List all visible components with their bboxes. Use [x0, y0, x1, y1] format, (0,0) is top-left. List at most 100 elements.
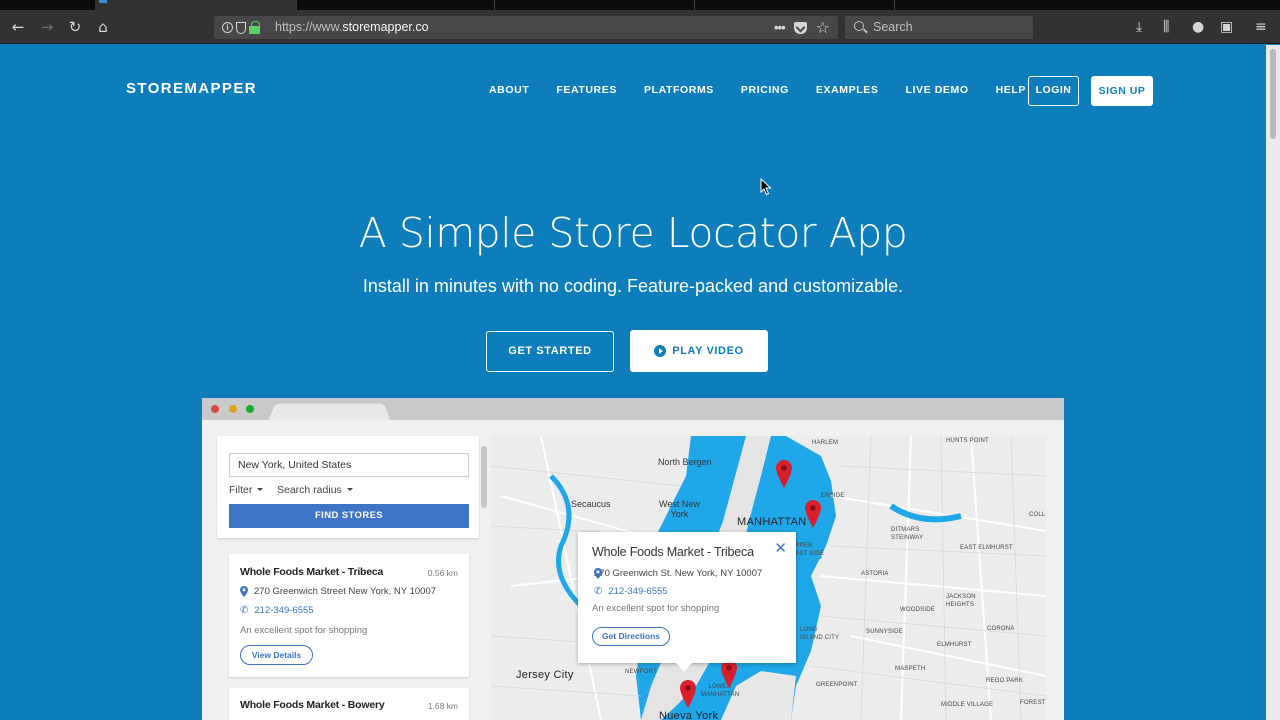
- popup-title: Whole Foods Market - Tribeca: [592, 545, 754, 559]
- shield-icon[interactable]: [236, 21, 246, 34]
- url-prefix: https://www.: [275, 20, 343, 34]
- map-label: SUNNYSIDE: [866, 629, 903, 635]
- browser-tab[interactable]: [495, 0, 695, 10]
- close-icon[interactable]: ✕: [774, 539, 787, 557]
- info-icon[interactable]: i: [222, 22, 233, 33]
- lock-icon[interactable]: [249, 21, 260, 34]
- map-label: ELMHURST: [937, 642, 972, 648]
- result-address: 270 Greenwich Street New York, NY 10007: [254, 586, 437, 597]
- download-icon[interactable]: ⤓: [1136, 18, 1142, 36]
- result-card[interactable]: Whole Foods Market - Tribeca 0.56 km 270…: [229, 554, 469, 677]
- store-map[interactable]: North Bergen West New York Secaucus MANH…: [491, 436, 1046, 720]
- result-phone[interactable]: 212-349-6555: [254, 605, 313, 616]
- popup-description: An excellent spot for shopping: [592, 603, 720, 614]
- bookmark-star-icon[interactable]: ☆: [816, 19, 830, 36]
- result-phone-row: ✆ 212-349-6555: [240, 605, 314, 616]
- tab-strip: [0, 0, 1280, 10]
- map-label: North Bergen: [658, 457, 712, 467]
- get-directions-button[interactable]: Get Directions: [592, 627, 670, 646]
- result-distance: 1.68 km: [427, 701, 458, 711]
- map-label: MIDDLE VILLAGE: [941, 702, 994, 708]
- nav-live-demo[interactable]: LIVE DEMO: [905, 84, 968, 96]
- maximize-dot-icon: [246, 405, 254, 413]
- extension-icon[interactable]: ●: [1192, 18, 1204, 36]
- home-icon[interactable]: ⌂: [93, 17, 113, 37]
- get-started-button[interactable]: GET STARTED: [486, 331, 614, 372]
- store-info-popup: Whole Foods Market - Tribeca ✕ 270 Green…: [578, 532, 796, 672]
- search-radius-dropdown[interactable]: Search radius: [277, 484, 353, 496]
- nav-about[interactable]: ABOUT: [489, 84, 529, 96]
- search-placeholder: Search: [873, 20, 913, 34]
- filter-dropdown[interactable]: Filter: [229, 484, 264, 496]
- signup-button[interactable]: SIGN UP: [1091, 76, 1153, 106]
- search-bar[interactable]: Search: [845, 16, 1033, 39]
- search-panel: New York, United States Filter Search ra…: [217, 436, 479, 538]
- url-domain: storemapper.co: [342, 20, 429, 34]
- mouse-cursor-icon: [760, 178, 772, 196]
- login-button[interactable]: LOGIN: [1028, 76, 1079, 106]
- result-distance: 0.56 km: [427, 568, 458, 578]
- library-icon[interactable]: ⫼: [1163, 18, 1169, 36]
- play-icon: [654, 345, 667, 357]
- browser-tab[interactable]: [695, 0, 895, 10]
- location-pin-icon: [240, 586, 248, 597]
- result-card[interactable]: Whole Foods Market - Bowery 1.68 km: [229, 688, 469, 720]
- nav-features[interactable]: FEATURES: [556, 84, 617, 96]
- browser-toolbar: ← → ↻ ⌂ i https://www.storemapper.co •••…: [0, 10, 1280, 44]
- page-scrollbar[interactable]: [1266, 45, 1280, 720]
- caret-down-icon: [346, 488, 353, 491]
- popup-address: 270 Greenwich St. New York, NY 10007: [594, 568, 763, 579]
- result-name: Whole Foods Market - Tribeca: [240, 566, 384, 578]
- search-radius-label: Search radius: [277, 484, 342, 496]
- hero-title: A Simple Store Locator App: [358, 209, 908, 257]
- reload-icon[interactable]: ↻: [65, 17, 85, 37]
- store-pin-icon[interactable]: [721, 660, 737, 688]
- sidebar-icon[interactable]: ▣: [1220, 18, 1233, 36]
- pocket-icon[interactable]: [793, 21, 807, 34]
- location-pin-icon: [594, 568, 602, 579]
- demo-window: New York, United States Filter Search ra…: [202, 398, 1064, 720]
- popup-phone[interactable]: 212-349-6555: [608, 586, 667, 597]
- store-pin-icon[interactable]: [805, 500, 821, 528]
- popup-address-row: 270 Greenwich St. New York, NY 10007: [594, 568, 762, 579]
- map-label: GREENPOINT: [816, 682, 858, 688]
- popup-phone-row: ✆ 212-349-6555: [594, 586, 668, 597]
- forward-arrow-icon[interactable]: →: [37, 17, 57, 37]
- menu-icon[interactable]: ≡: [1255, 18, 1267, 36]
- page-scrollbar-thumb[interactable]: [1270, 49, 1276, 139]
- nav-pricing[interactable]: PRICING: [741, 84, 789, 96]
- nav-examples[interactable]: EXAMPLES: [816, 84, 879, 96]
- view-details-button[interactable]: View Details: [240, 645, 313, 665]
- browser-tab[interactable]: [297, 0, 495, 10]
- url-bar[interactable]: i https://www.storemapper.co ••• ☆: [214, 16, 838, 39]
- site-logo[interactable]: STOREMAPPER: [126, 80, 257, 97]
- nav-platforms[interactable]: PLATFORMS: [644, 84, 714, 96]
- map-label: ERSIDE: [821, 493, 845, 499]
- hero-subtitle: Install in minutes with no coding. Featu…: [362, 276, 904, 296]
- find-stores-button[interactable]: FIND STORES: [229, 504, 469, 528]
- url-text[interactable]: https://www.storemapper.co: [275, 20, 429, 34]
- back-arrow-icon[interactable]: ←: [8, 17, 28, 37]
- map-label: WOODSIDE: [900, 607, 935, 613]
- map-label: LONG ISLAND CITY: [800, 627, 840, 641]
- map-label: FOREST: [1020, 700, 1046, 706]
- map-label: ASTORIA: [861, 571, 889, 577]
- map-label: Jersey City: [516, 669, 574, 681]
- filter-label: Filter: [229, 484, 253, 496]
- browser-tab-active[interactable]: [95, 0, 297, 10]
- location-input[interactable]: New York, United States: [229, 453, 469, 477]
- map-label: HARLEM: [812, 440, 839, 446]
- store-pin-icon[interactable]: [680, 680, 696, 708]
- map-label: West New York: [659, 499, 700, 519]
- map-label: MANHATTAN: [737, 516, 807, 528]
- search-icon: [854, 21, 864, 31]
- store-pin-icon[interactable]: [776, 460, 792, 488]
- main-nav: ABOUT FEATURES PLATFORMS PRICING EXAMPLE…: [489, 84, 1053, 96]
- results-scrollbar[interactable]: [481, 446, 487, 508]
- page-actions-menu-icon[interactable]: •••: [774, 20, 786, 35]
- map-label: HUNTS POINT: [946, 438, 989, 444]
- play-video-button[interactable]: PLAY VIDEO: [630, 330, 768, 372]
- map-label: CORONA: [987, 626, 1015, 632]
- nav-help[interactable]: HELP: [996, 84, 1026, 96]
- demo-window-tab: [268, 403, 391, 421]
